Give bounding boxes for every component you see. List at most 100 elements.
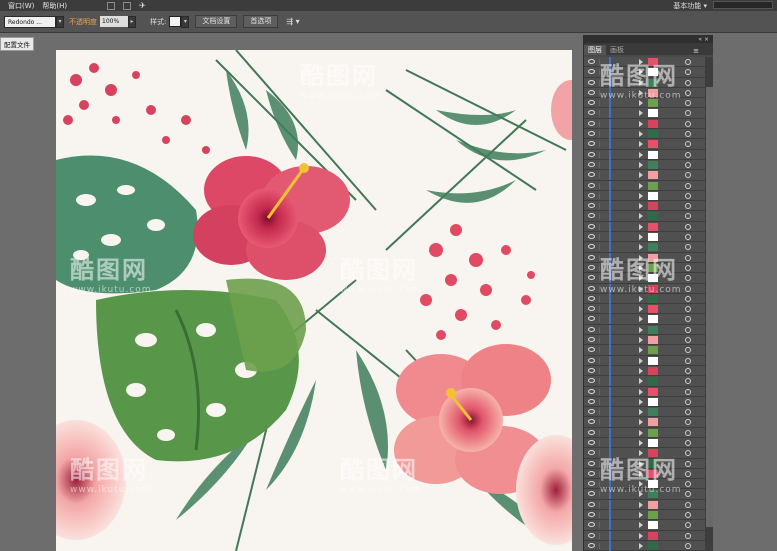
visibility-eye-icon[interactable]: [588, 151, 595, 157]
visibility-eye-icon[interactable]: [588, 182, 595, 188]
expand-triangle-icon[interactable]: [639, 192, 643, 199]
target-circle-icon[interactable]: [685, 512, 691, 519]
lock-toggle[interactable]: [599, 419, 604, 426]
visibility-eye-icon[interactable]: [588, 501, 595, 507]
visibility-eye-icon[interactable]: [588, 120, 595, 126]
layer-row[interactable]: [584, 87, 714, 99]
layer-row[interactable]: [584, 345, 714, 356]
chevron-down-icon[interactable]: ▾: [56, 15, 64, 28]
target-circle-icon[interactable]: [685, 223, 691, 230]
visibility-eye-icon[interactable]: [588, 481, 595, 487]
expand-triangle-icon[interactable]: [639, 141, 643, 148]
target-circle-icon[interactable]: [685, 306, 691, 313]
layer-row[interactable]: [584, 190, 714, 202]
layer-row[interactable]: [584, 396, 714, 408]
target-circle-icon[interactable]: [685, 388, 691, 395]
lock-toggle[interactable]: [599, 398, 604, 405]
expand-triangle-icon[interactable]: [639, 203, 643, 210]
visibility-eye-icon[interactable]: [588, 542, 595, 548]
chevron-down-icon[interactable]: ▾: [181, 15, 190, 28]
stock-icon[interactable]: [123, 1, 132, 10]
lock-toggle[interactable]: [599, 295, 604, 302]
lock-toggle[interactable]: [599, 347, 604, 354]
menu-help[interactable]: 帮助(H): [42, 1, 67, 11]
target-circle-icon[interactable]: [685, 79, 691, 86]
target-circle-icon[interactable]: [685, 337, 691, 344]
lock-toggle[interactable]: [599, 512, 604, 519]
visibility-eye-icon[interactable]: [588, 223, 595, 229]
layer-row[interactable]: [584, 180, 714, 191]
visibility-eye-icon[interactable]: [588, 79, 595, 85]
target-circle-icon[interactable]: [685, 264, 691, 271]
visibility-eye-icon[interactable]: [588, 69, 595, 75]
expand-triangle-icon[interactable]: [639, 182, 643, 189]
layer-row[interactable]: [584, 232, 714, 243]
lock-toggle[interactable]: [599, 161, 604, 168]
expand-triangle-icon[interactable]: [639, 347, 643, 354]
expand-triangle-icon[interactable]: [639, 306, 643, 313]
lock-toggle[interactable]: [599, 131, 604, 138]
target-circle-icon[interactable]: [685, 100, 691, 107]
target-circle-icon[interactable]: [685, 295, 691, 302]
layer-row[interactable]: [584, 211, 714, 222]
document-setup-button[interactable]: 文档设置: [195, 15, 238, 28]
visibility-eye-icon[interactable]: [588, 388, 595, 394]
lock-toggle[interactable]: [599, 172, 604, 179]
visibility-eye-icon[interactable]: [588, 419, 595, 425]
visibility-eye-icon[interactable]: [588, 460, 595, 466]
lock-toggle[interactable]: [599, 367, 604, 374]
layer-row[interactable]: [584, 149, 714, 160]
layer-row[interactable]: [584, 139, 714, 150]
opacity-arrow-icon[interactable]: ▸: [128, 15, 136, 28]
lock-toggle[interactable]: [599, 532, 604, 539]
expand-triangle-icon[interactable]: [639, 131, 643, 138]
layer-row[interactable]: [584, 252, 714, 263]
expand-triangle-icon[interactable]: [639, 378, 643, 385]
expand-triangle-icon[interactable]: [639, 501, 643, 508]
expand-triangle-icon[interactable]: [639, 264, 643, 271]
target-circle-icon[interactable]: [685, 326, 691, 333]
layer-row[interactable]: [584, 242, 714, 253]
target-circle-icon[interactable]: [685, 244, 691, 251]
lock-toggle[interactable]: [599, 326, 604, 333]
visibility-eye-icon[interactable]: [588, 491, 595, 497]
lock-toggle[interactable]: [599, 378, 604, 385]
visibility-eye-icon[interactable]: [588, 367, 595, 373]
lock-toggle[interactable]: [599, 409, 604, 416]
target-circle-icon[interactable]: [685, 367, 691, 374]
expand-triangle-icon[interactable]: [639, 254, 643, 261]
visibility-eye-icon[interactable]: [588, 59, 595, 64]
expand-triangle-icon[interactable]: [639, 151, 643, 158]
expand-triangle-icon[interactable]: [639, 275, 643, 282]
visibility-eye-icon[interactable]: [588, 357, 595, 363]
lock-toggle[interactable]: [599, 491, 604, 498]
target-circle-icon[interactable]: [685, 316, 691, 323]
layer-row[interactable]: [584, 335, 714, 346]
layer-row[interactable]: [584, 67, 714, 78]
lock-toggle[interactable]: [599, 264, 604, 271]
brush-definition-dropdown[interactable]: Redondo ...: [4, 15, 56, 28]
tab-artboards[interactable]: 画板: [606, 45, 628, 55]
target-circle-icon[interactable]: [685, 285, 691, 292]
target-circle-icon[interactable]: [685, 141, 691, 148]
layer-row[interactable]: [584, 118, 714, 130]
layer-row[interactable]: [584, 365, 714, 377]
lock-toggle[interactable]: [599, 254, 604, 261]
lock-toggle[interactable]: [599, 501, 604, 508]
expand-triangle-icon[interactable]: [639, 316, 643, 323]
visibility-eye-icon[interactable]: [588, 450, 595, 456]
visibility-eye-icon[interactable]: [588, 172, 595, 178]
target-circle-icon[interactable]: [685, 357, 691, 364]
lock-toggle[interactable]: [599, 120, 604, 127]
target-circle-icon[interactable]: [685, 151, 691, 158]
lock-toggle[interactable]: [599, 429, 604, 436]
lock-toggle[interactable]: [599, 110, 604, 117]
lock-toggle[interactable]: [599, 542, 604, 549]
lock-toggle[interactable]: [599, 316, 604, 323]
visibility-eye-icon[interactable]: [588, 285, 595, 291]
target-circle-icon[interactable]: [685, 275, 691, 282]
visibility-eye-icon[interactable]: [588, 161, 595, 167]
layer-row[interactable]: [584, 77, 714, 88]
layer-row[interactable]: [584, 540, 714, 551]
expand-triangle-icon[interactable]: [639, 532, 643, 539]
